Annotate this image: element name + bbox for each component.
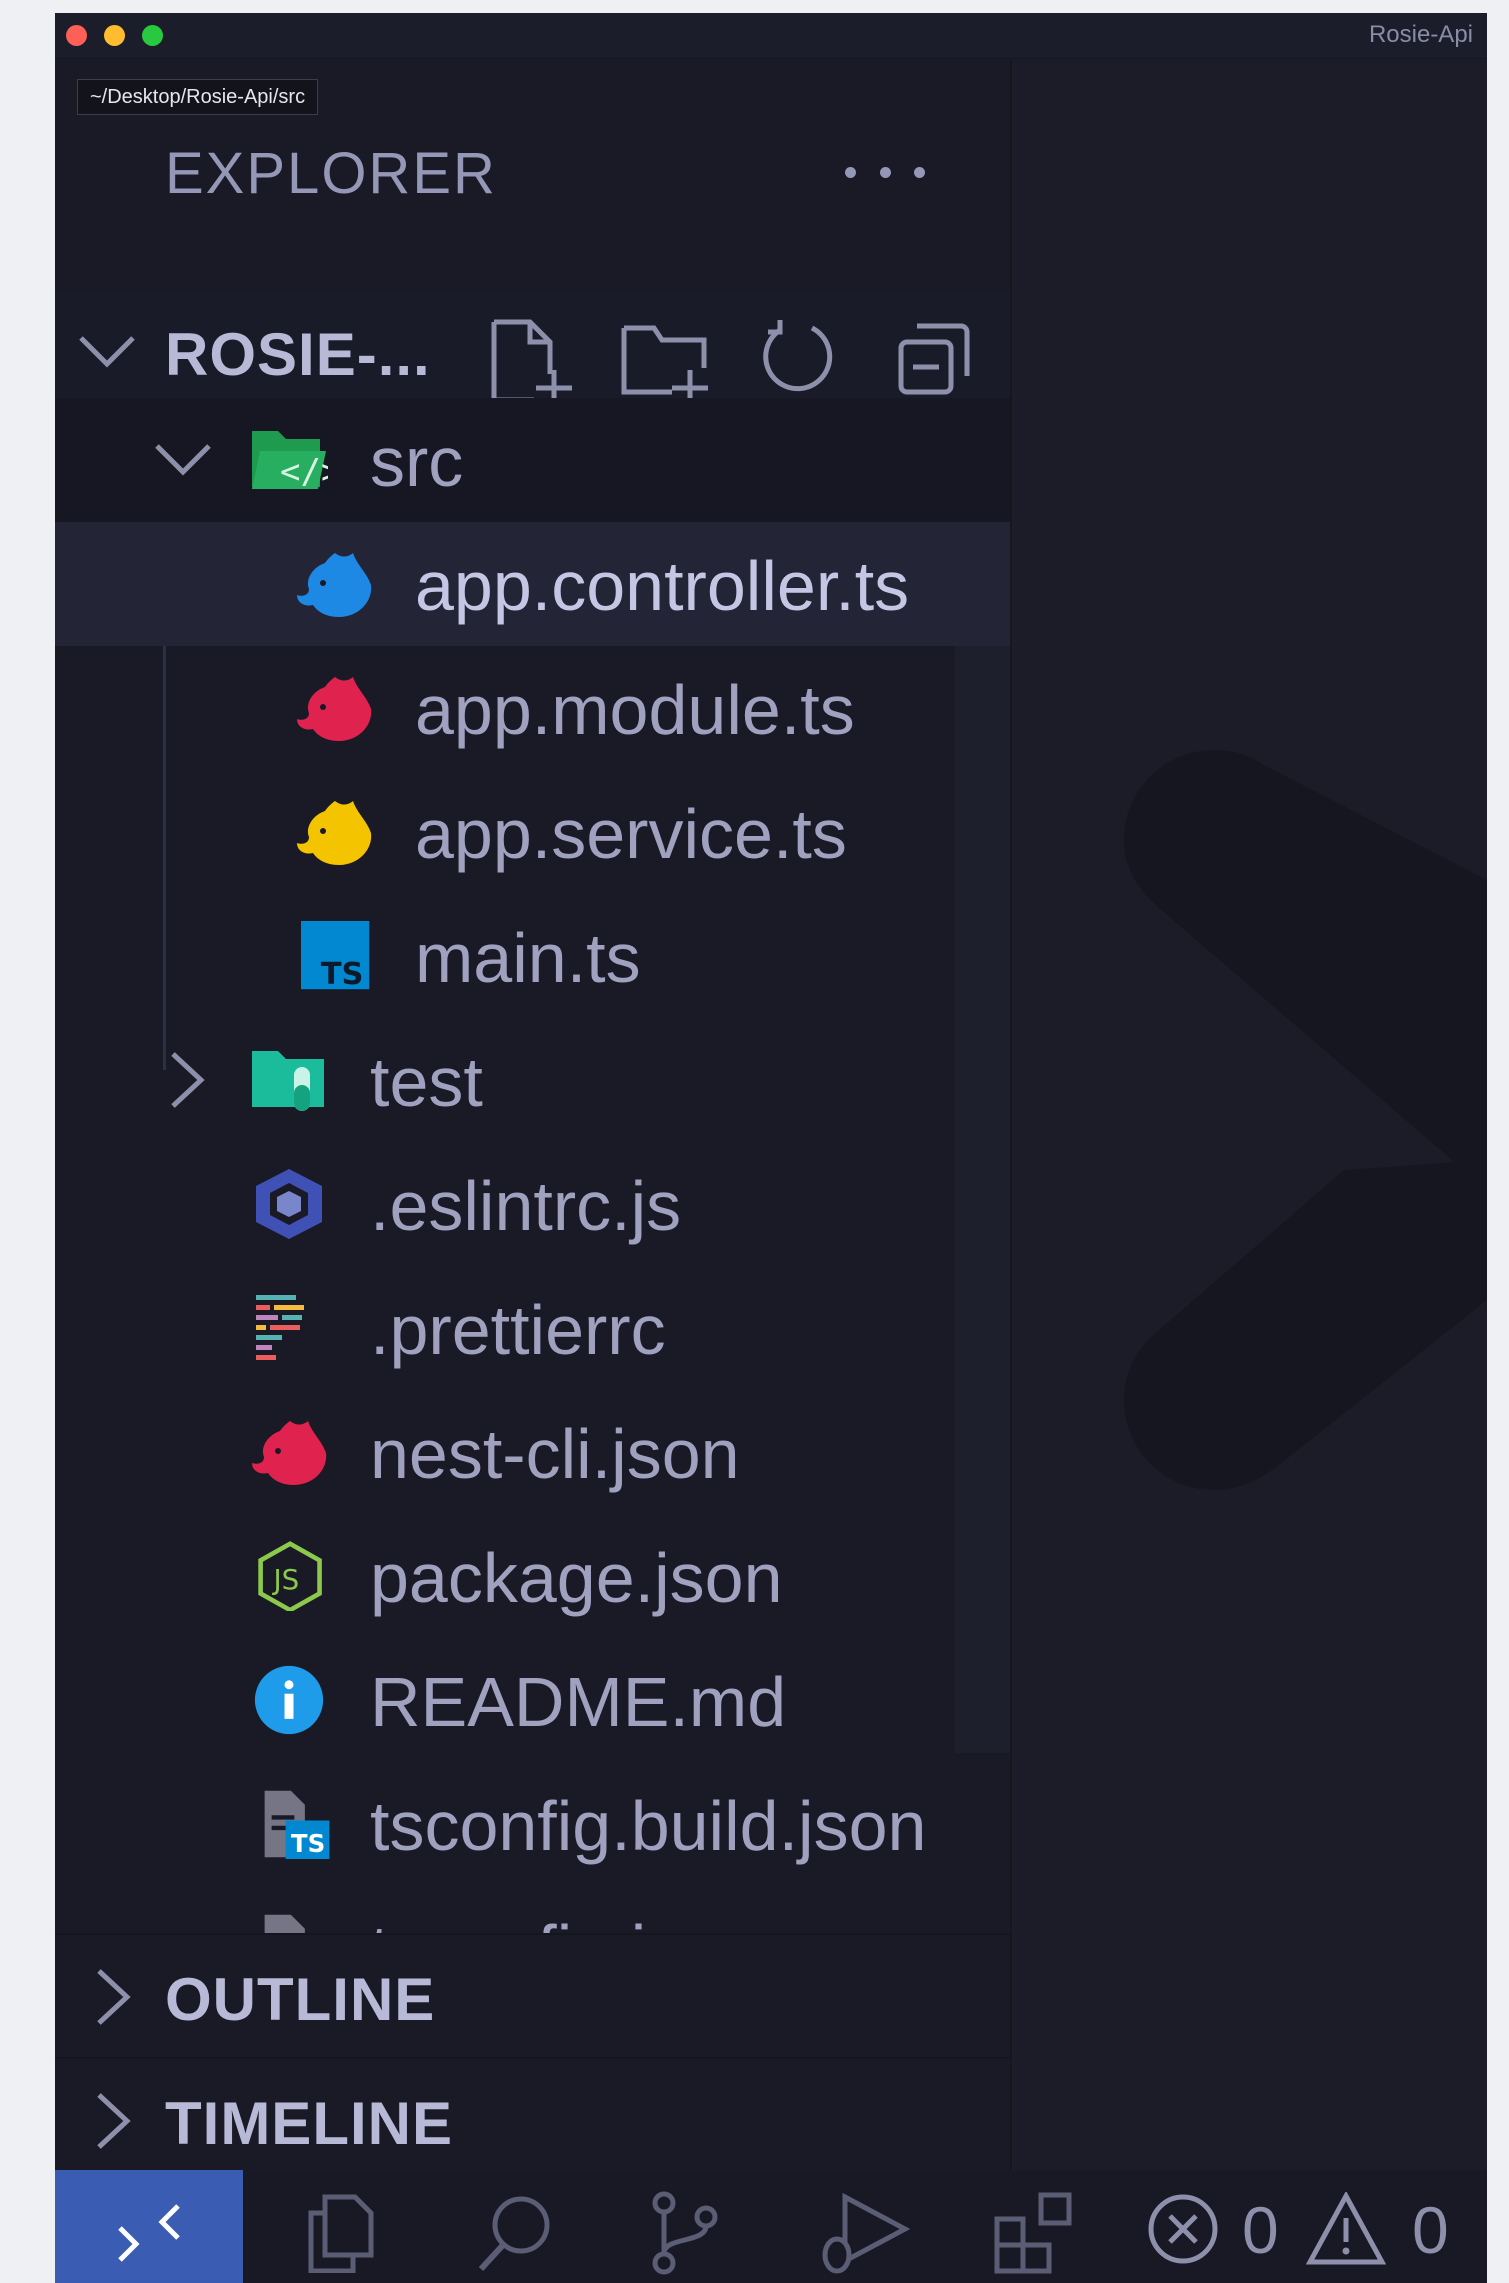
path-tooltip: ~/Desktop/Rosie-Api/src — [77, 79, 319, 115]
svg-text:</>: </> — [280, 452, 328, 492]
tree-folder-test[interactable]: test — [55, 1018, 1010, 1142]
tree-item-label: app.service.ts — [415, 795, 847, 873]
source-control-button[interactable] — [625, 2170, 745, 2283]
chevron-right-icon — [97, 2093, 131, 2149]
nest-service-icon — [297, 801, 372, 865]
search-button[interactable] — [455, 2170, 575, 2283]
timeline-section-header[interactable]: TIMELINE — [55, 2057, 1010, 2181]
svg-text:TS: TS — [321, 957, 364, 991]
tree-item-label: README.md — [370, 1663, 787, 1741]
error-icon — [1148, 2194, 1218, 2264]
ellipsis-icon[interactable] — [845, 142, 925, 202]
info-icon — [254, 1665, 324, 1735]
tree-file-tsconfig-build[interactable]: TS tsconfig.build.json — [55, 1762, 1010, 1886]
workspace-root-label: ROSIE-... — [165, 321, 431, 388]
source-control-icon — [652, 2191, 718, 2275]
window-title: Rosie-Api — [1368, 21, 1473, 48]
tree-item-label: .eslintrc.js — [370, 1167, 682, 1245]
chevron-down-icon — [155, 444, 211, 476]
remote-button[interactable] — [55, 2170, 243, 2283]
outline-section-header[interactable]: OUTLINE — [55, 1933, 1010, 2057]
tree-file-package-json[interactable]: JS package.json — [55, 1514, 1010, 1638]
close-window-button[interactable] — [66, 25, 87, 46]
chevron-right-icon — [171, 1052, 205, 1108]
tree-file-app-module[interactable]: app.module.ts — [55, 646, 1010, 770]
svg-text:JS: JS — [272, 1563, 300, 1596]
refresh-icon[interactable] — [758, 318, 838, 398]
workspace-root-header[interactable]: ROSIE-... — [55, 290, 1010, 414]
collapse-all-icon[interactable] — [895, 318, 975, 398]
folder-test-icon — [252, 1051, 324, 1111]
tree-file-prettierrc[interactable]: .prettierrc — [55, 1266, 1010, 1390]
new-folder-icon[interactable] — [620, 318, 710, 406]
editor-area[interactable] — [1014, 60, 1487, 2170]
tree-item-label: package.json — [370, 1539, 783, 1617]
run-debug-button[interactable] — [795, 2170, 935, 2283]
vscode-watermark-icon — [1124, 750, 1487, 1490]
tree-item-label: .prettierrc — [370, 1291, 666, 1369]
typescript-icon: TS — [301, 921, 370, 991]
new-file-icon[interactable] — [488, 318, 572, 406]
svg-text:TS: TS — [291, 1829, 325, 1858]
file-tree: </> src app.controller.ts app.module.ts — [55, 398, 1010, 1991]
tree-item-label: tsconfig.build.json — [370, 1787, 927, 1865]
nodejs-icon: JS — [258, 1541, 322, 1611]
timeline-label: TIMELINE — [165, 2090, 453, 2157]
tsconfig-icon: TS — [264, 1790, 330, 1859]
warnings-status[interactable]: 0 — [1300, 2170, 1485, 2283]
minimize-window-button[interactable] — [104, 25, 125, 46]
explorer-title: EXPLORER — [165, 141, 497, 206]
nest-icon — [252, 1421, 327, 1485]
folder-src-icon: </> — [252, 431, 328, 492]
extensions-button[interactable] — [965, 2170, 1105, 2283]
remote-icon — [118, 2204, 180, 2262]
warning-icon — [1306, 2192, 1386, 2265]
title-bar: Rosie-Api — [55, 13, 1487, 59]
tree-file-main[interactable]: TS main.ts — [55, 894, 1010, 1018]
chevron-down-icon[interactable] — [77, 330, 137, 374]
tree-file-eslintrc[interactable]: .eslintrc.js — [55, 1142, 1010, 1266]
tree-folder-src[interactable]: </> src — [55, 398, 1010, 522]
vscode-window: Rosie-Api ~/Desktop/Rosie-Api/src EXPLOR… — [55, 13, 1487, 2283]
tree-item-label: nest-cli.json — [370, 1415, 740, 1493]
nest-controller-icon — [297, 553, 372, 617]
tree-item-label: test — [370, 1043, 483, 1121]
tree-item-label: app.controller.ts — [415, 547, 910, 625]
activity-bar: 0 0 — [55, 2170, 1487, 2283]
tree-file-app-service[interactable]: app.service.ts — [55, 770, 1010, 894]
tree-item-label: app.module.ts — [415, 671, 855, 749]
eslint-icon — [256, 1169, 322, 1239]
run-debug-icon — [822, 2192, 911, 2274]
tree-file-app-controller[interactable]: app.controller.ts — [55, 522, 1010, 646]
warning-count: 0 — [1412, 2193, 1449, 2267]
tree-item-label: src — [370, 423, 464, 501]
zoom-window-button[interactable] — [142, 25, 163, 46]
files-icon — [308, 2194, 374, 2273]
nest-module-icon — [297, 677, 372, 741]
tree-file-readme[interactable]: README.md — [55, 1638, 1010, 1762]
outline-label: OUTLINE — [165, 1966, 436, 2033]
search-icon — [478, 2196, 550, 2272]
explorer-button[interactable] — [285, 2170, 395, 2283]
extensions-icon — [994, 2192, 1072, 2274]
chevron-right-icon — [97, 1969, 131, 2025]
error-count: 0 — [1242, 2193, 1279, 2267]
tree-file-nest-cli[interactable]: nest-cli.json — [55, 1390, 1010, 1514]
prettier-icon — [256, 1295, 304, 1360]
explorer-sidebar: EXPLORER ROSIE-... </ src app.controller… — [55, 60, 1012, 2181]
tree-item-label: main.ts — [415, 919, 641, 997]
